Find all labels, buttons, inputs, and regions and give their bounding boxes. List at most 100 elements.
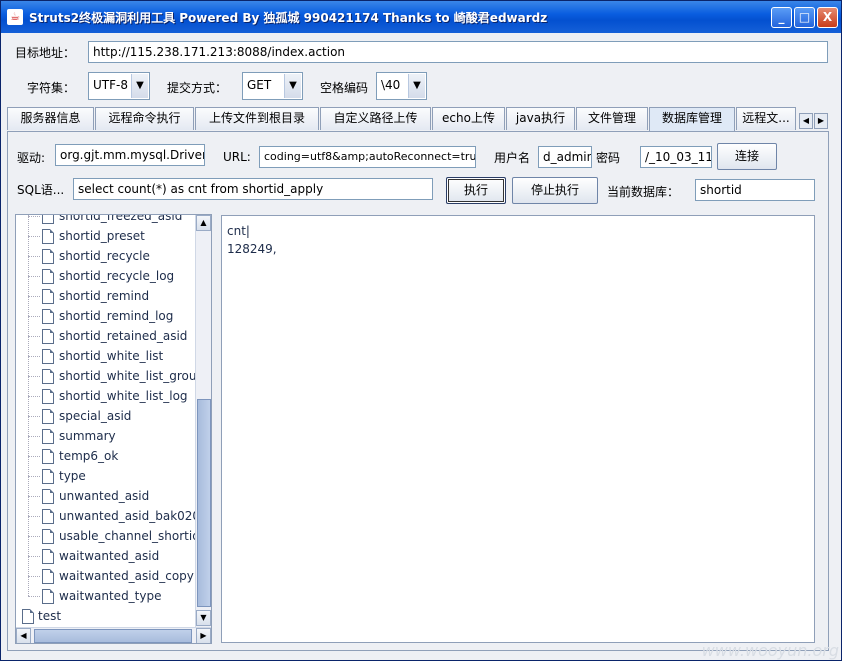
file-icon [42, 229, 54, 244]
tree-item[interactable]: type [16, 456, 196, 487]
tab-remote-file[interactable]: 远程文... [736, 107, 796, 130]
tree-item-label: shortid_white_list [59, 349, 164, 363]
tree-item-label: summary [59, 429, 116, 443]
tree-item-label: unwanted_asid [59, 489, 150, 503]
scroll-thumb[interactable] [197, 399, 211, 607]
charset-value: UTF-8 [93, 78, 128, 92]
tree-item[interactable]: temp6_ok [16, 436, 196, 467]
username-input[interactable]: d_admin [538, 146, 592, 168]
tab-scroll-right-button[interactable]: ▶ [814, 113, 828, 129]
sql-input[interactable]: select count(*) as cnt from shortid_appl… [73, 178, 433, 200]
stop-execute-button[interactable]: 停止执行 [512, 177, 598, 204]
target-url-label: 目标地址： [15, 46, 76, 60]
tree-item[interactable]: waitwanted_type [16, 576, 196, 607]
file-icon [42, 215, 54, 224]
tree-item-label: test [38, 609, 62, 623]
tree-connector [28, 536, 29, 556]
tree-connector [28, 316, 29, 336]
file-icon [42, 469, 54, 484]
password-input[interactable]: /_10_03_11 [640, 146, 712, 168]
tree-connector [28, 216, 29, 236]
tree-item[interactable]: unwanted_asid_bak0208 [16, 496, 208, 527]
tree-connector [28, 356, 29, 376]
tree-item-label: shortid_remind_log [59, 309, 174, 323]
tab-custom-upload[interactable]: 自定义路径上传 [320, 107, 431, 130]
maximize-button[interactable]: □ [794, 7, 815, 28]
tree-connector [28, 316, 40, 317]
minimize-button[interactable]: _ [771, 7, 792, 28]
result-line: 128249, [227, 242, 277, 256]
tree-item[interactable]: summary [16, 416, 196, 447]
tab-remote-command[interactable]: 远程命令执行 [95, 107, 194, 130]
tree-item[interactable]: usable_channel_shortid [16, 516, 200, 547]
current-db-input[interactable]: shortid [695, 179, 815, 201]
connect-button[interactable]: 连接 [717, 143, 777, 170]
tree-item[interactable]: shortid_recycle_log [16, 256, 196, 287]
tab-upload-root[interactable]: 上传文件到根目录 [195, 107, 319, 130]
method-select[interactable]: GET ▼ [242, 72, 303, 100]
tab-server-info[interactable]: 服务器信息 [7, 107, 94, 130]
db-url-input[interactable]: coding=utf8&amp;autoReconnect=true [259, 146, 476, 168]
file-icon [42, 269, 54, 284]
chevron-down-icon[interactable]: ▼ [131, 74, 148, 98]
tree-item[interactable]: waitwanted_asid_copy [16, 556, 196, 587]
file-icon [42, 309, 54, 324]
tree-item[interactable]: shortid_white_list_log [16, 376, 196, 407]
tree-connector [28, 256, 29, 276]
tree-connector [28, 356, 40, 357]
tree-item[interactable]: unwanted_asid [16, 476, 196, 507]
tree-item[interactable]: shortid_freezed_asid [16, 215, 196, 227]
file-icon [42, 509, 54, 524]
tree-item[interactable]: shortid_remind_log [16, 296, 196, 327]
scroll-right-button[interactable]: ▶ [196, 628, 211, 643]
tree-connector [28, 576, 40, 577]
tree-connector [28, 336, 29, 356]
tab-scroll-left-button[interactable]: ◀ [799, 113, 813, 129]
scroll-thumb[interactable] [34, 629, 192, 643]
result-area[interactable]: cnt| 128249, [221, 215, 815, 643]
tree-item[interactable]: shortid_white_list [16, 336, 196, 367]
tree-item[interactable]: shortid_white_list_group [16, 356, 204, 387]
target-url-input[interactable]: http://115.238.171.213:8088/index.action [88, 41, 828, 63]
tab-java-exec[interactable]: java执行 [506, 107, 575, 130]
tree-connector [28, 396, 40, 397]
title-bar[interactable]: ☕ Struts2终极漏洞利用工具 Powered By 独孤城 9904211… [1, 1, 841, 33]
tree-connector [28, 456, 40, 457]
driver-input[interactable]: org.gjt.mm.mysql.Driver [55, 144, 205, 166]
tree-item[interactable]: shortid_recycle [16, 236, 196, 267]
tree-item-label: shortid_recycle [59, 249, 150, 263]
scroll-up-button[interactable]: ▲ [196, 215, 211, 231]
tree-vertical-scrollbar[interactable]: ▲ ▼ [195, 215, 211, 627]
tree-horizontal-scrollbar[interactable]: ◀ ▶ [16, 627, 211, 643]
table-tree[interactable]: shortid_freezed_asid shortid_presetshorti… [15, 214, 212, 644]
file-icon [42, 249, 54, 264]
tab-file-manager[interactable]: 文件管理 [576, 107, 648, 130]
tree-item-label: shortid_remind [59, 289, 150, 303]
tree-item-label: shortid_white_list_log [59, 389, 188, 403]
chevron-down-icon[interactable]: ▼ [284, 74, 301, 98]
tree-connector [28, 416, 40, 417]
tree-connector [28, 436, 29, 456]
scroll-down-button[interactable]: ▼ [196, 610, 211, 626]
tab-database-manager[interactable]: 数据库管理 [649, 107, 735, 131]
tree-item[interactable]: special_asid [16, 396, 196, 427]
close-button[interactable]: X [817, 7, 838, 28]
space-encoding-select[interactable]: \40 ▼ [376, 72, 427, 100]
scroll-left-button[interactable]: ◀ [16, 628, 31, 643]
execute-button[interactable]: 执行 [446, 177, 506, 204]
tree-item[interactable]: shortid_remind [16, 276, 196, 307]
tree-connector [28, 276, 29, 296]
chevron-down-icon[interactable]: ▼ [408, 74, 425, 98]
tab-echo-upload[interactable]: echo上传 [432, 107, 505, 130]
tree-connector [28, 496, 40, 497]
charset-select[interactable]: UTF-8 ▼ [88, 72, 150, 100]
tree-item[interactable]: shortid_preset [16, 216, 196, 247]
tab-bar: 服务器信息 远程命令执行 上传文件到根目录 自定义路径上传 echo上传 jav… [7, 107, 837, 131]
tree-item[interactable]: shortid_retained_asid [16, 316, 196, 347]
tree-connector [28, 516, 40, 517]
file-icon [42, 429, 54, 444]
tree-item-test[interactable]: test [16, 607, 196, 627]
tree-item-label: type [59, 469, 86, 483]
tree-item[interactable]: waitwanted_asid [16, 536, 196, 567]
tree-connector [28, 376, 40, 377]
